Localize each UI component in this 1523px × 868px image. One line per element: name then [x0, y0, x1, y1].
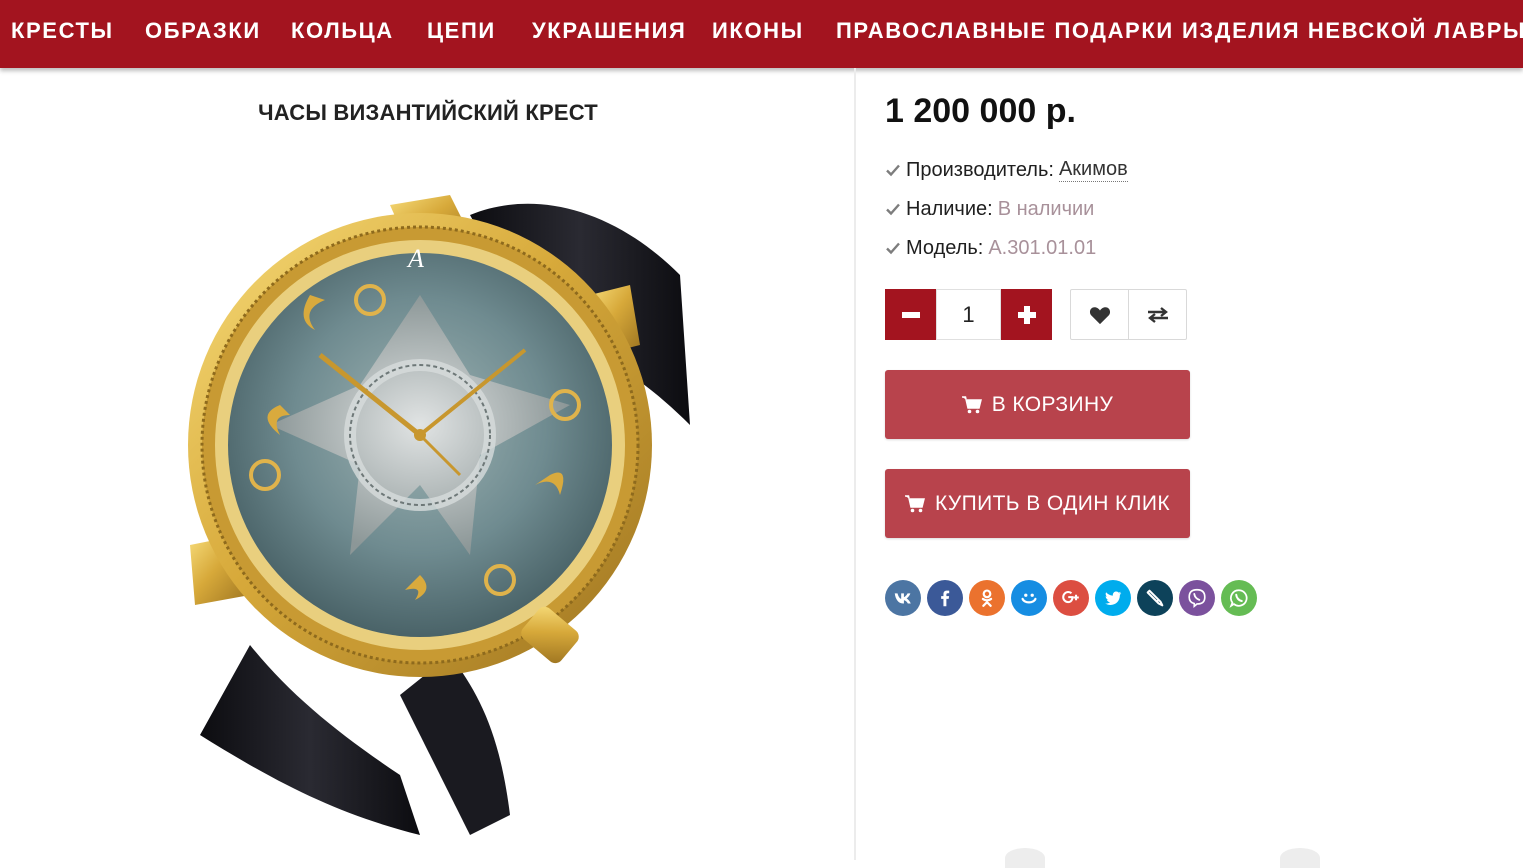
attribute-model: Модель: A.301.01.01: [885, 234, 1096, 262]
viber-icon[interactable]: [1179, 580, 1215, 616]
moimir-glyph: [1021, 593, 1037, 604]
add-to-cart-button[interactable]: В КОРЗИНУ: [885, 370, 1190, 439]
model-value: A.301.01.01: [988, 236, 1097, 259]
nav-item-nevsky-lavra[interactable]: ИЗДЕЛИЯ НЕВСКОЙ ЛАВРЫ: [1182, 0, 1523, 62]
buy-one-click-label: КУПИТЬ В ОДИН КЛИК: [934, 491, 1170, 515]
heart-icon: [1089, 306, 1110, 324]
product-image[interactable]: A: [170, 175, 700, 840]
product-price: 1 200 000 р.: [885, 92, 1076, 130]
svg-text:A: A: [406, 244, 424, 273]
nav-item-medallions[interactable]: ОБРАЗКИ: [145, 0, 261, 62]
nav-item-chains[interactable]: ЦЕПИ: [427, 0, 496, 62]
attribute-label: Производитель:: [906, 158, 1054, 181]
compare-arrows-icon: [1147, 306, 1168, 323]
cart-icon: [961, 395, 982, 413]
moimir-icon[interactable]: [1011, 580, 1047, 616]
nav-item-rings[interactable]: КОЛЬЦА: [291, 0, 394, 62]
add-to-wishlist-button[interactable]: [1070, 289, 1129, 340]
decorative-shape: [1280, 848, 1320, 868]
check-icon: [886, 203, 900, 216]
manufacturer-link[interactable]: Акимов: [1058, 158, 1128, 182]
add-to-cart-label: В КОРЗИНУ: [991, 392, 1114, 416]
quantity-increase-button[interactable]: [1001, 289, 1052, 340]
column-divider: [854, 68, 856, 860]
add-to-compare-button[interactable]: [1128, 289, 1187, 340]
facebook-glyph: [941, 590, 950, 607]
twitter-glyph: [1105, 591, 1122, 605]
whatsapp-icon[interactable]: [1221, 580, 1257, 616]
nav-item-crosses[interactable]: КРЕСТЫ: [11, 0, 114, 62]
livejournal-icon[interactable]: [1137, 580, 1173, 616]
attribute-availability: Наличие: В наличии: [885, 195, 1094, 223]
plus-icon: [1017, 305, 1036, 324]
nav-item-jewelry[interactable]: УКРАШЕНИЯ: [532, 0, 686, 62]
cart-icon: [904, 494, 925, 512]
attribute-label: Модель:: [906, 236, 984, 259]
twitter-icon[interactable]: [1095, 580, 1131, 616]
whatsapp-glyph: [1229, 589, 1248, 608]
availability-value: В наличии: [997, 197, 1095, 220]
top-navigation: КРЕСТЫ ОБРАЗКИ КОЛЬЦА ЦЕПИ УКРАШЕНИЯ ИКО…: [0, 0, 1523, 68]
nav-item-icons[interactable]: ИКОНЫ: [712, 0, 804, 62]
product-title: ЧАСЫ ВИЗАНТИЙСКИЙ КРЕСТ: [258, 100, 598, 125]
attribute-manufacturer: Производитель: Акимов: [885, 156, 1128, 184]
viber-glyph: [1188, 588, 1206, 609]
check-icon: [886, 242, 900, 255]
nav-item-orthodox-gifts[interactable]: ПРАВОСЛАВНЫЕ ПОДАРКИ: [836, 0, 1174, 62]
vk-icon[interactable]: [885, 580, 921, 616]
odnoklassniki-glyph: [981, 589, 993, 607]
livejournal-glyph: [1146, 589, 1164, 607]
decorative-shape: [1005, 848, 1045, 868]
facebook-icon[interactable]: [927, 580, 963, 616]
check-icon: [886, 164, 900, 177]
googleplus-glyph: [1062, 591, 1079, 604]
quantity-input[interactable]: [936, 289, 1001, 340]
attribute-label: Наличие:: [906, 197, 993, 220]
odnoklassniki-icon[interactable]: [969, 580, 1005, 616]
watch-illustration: A: [188, 195, 690, 835]
minus-icon: [901, 311, 920, 318]
quantity-decrease-button[interactable]: [885, 289, 936, 340]
googleplus-icon[interactable]: [1053, 580, 1089, 616]
buy-one-click-button[interactable]: КУПИТЬ В ОДИН КЛИК: [885, 469, 1190, 538]
vk-glyph: [894, 593, 911, 604]
